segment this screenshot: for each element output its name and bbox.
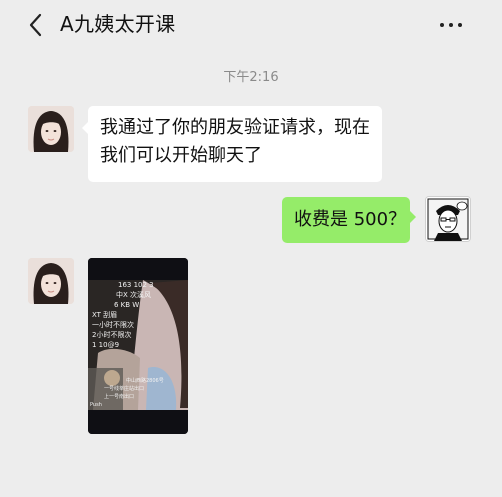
image-overlay-text: 2小时不限次 xyxy=(92,331,132,339)
incoming-message-bubble[interactable]: 我通过了你的朋友验证请求，现在 我们可以开始聊天了 xyxy=(82,106,382,182)
chat-header: A九姨太开课 xyxy=(0,0,502,50)
message-text-line: 我通过了你的朋友验证请求，现在 xyxy=(100,117,370,138)
image-overlay-text: 1 10@9 xyxy=(92,341,120,349)
back-chevron-icon[interactable] xyxy=(26,12,48,38)
message-text-line: 我们可以开始聊天了 xyxy=(100,145,262,166)
image-overlay-text: 中山西路2806号 xyxy=(126,378,164,384)
my-avatar[interactable] xyxy=(425,196,471,242)
image-overlay-text: 中X 次溪风 xyxy=(116,291,152,299)
chat-title: A九姨太开课 xyxy=(60,12,176,36)
image-overlay-text: XT 刮眉 xyxy=(92,311,118,319)
image-overlay-text: 上一号南出口 xyxy=(104,394,135,400)
image-overlay-text: 6 KB W xyxy=(114,301,140,309)
contact-avatar[interactable] xyxy=(28,258,74,304)
outgoing-message-bubble[interactable]: 收费是 500？ xyxy=(282,197,416,243)
message-timestamp: 下午2:16 xyxy=(223,70,279,85)
more-options-icon[interactable] xyxy=(438,16,464,34)
image-message[interactable]: 163 102 3 中X 次溪风 6 KB W XT 刮眉 一小时不限次 2小时… xyxy=(88,258,188,434)
contact-avatar[interactable] xyxy=(28,106,74,152)
image-overlay-text: Push xyxy=(90,402,102,408)
message-text: 收费是 500？ xyxy=(294,209,407,230)
image-overlay-text: 163 102 3 xyxy=(118,281,154,289)
image-overlay-text: 一小时不限次 xyxy=(92,321,134,329)
image-overlay-text: 一号线莘庄站出口 xyxy=(104,386,145,392)
